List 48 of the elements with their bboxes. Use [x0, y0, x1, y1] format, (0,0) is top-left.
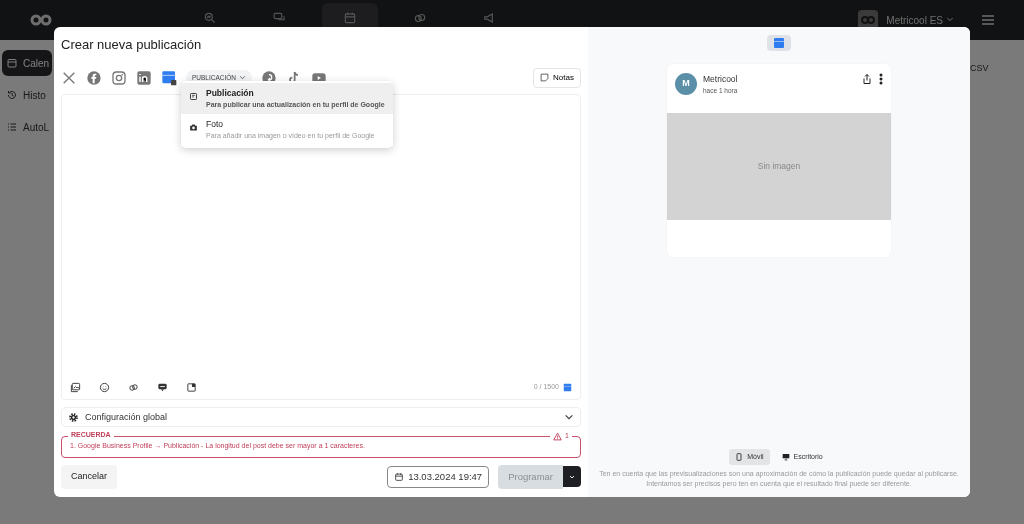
speech-bubble-icon[interactable] — [157, 382, 168, 394]
cancel-button[interactable]: Cancelar — [61, 465, 118, 489]
chevron-down-icon — [946, 16, 954, 24]
search-chart-icon — [203, 11, 217, 25]
export-dropdown[interactable]: CSV — [970, 63, 989, 73]
document-icon — [189, 92, 198, 101]
linkedin-logo-icon[interactable] — [136, 69, 152, 86]
link-icon — [413, 11, 427, 25]
menu-icon — [982, 15, 994, 25]
calendar-icon — [6, 57, 18, 69]
date-time-field[interactable]: 13.03.2024 19:47 — [387, 465, 490, 488]
account-avatar-icon — [858, 10, 879, 30]
history-icon — [6, 89, 18, 101]
document-icon[interactable] — [186, 382, 197, 394]
global-settings-accordion[interactable]: Configuración global — [61, 407, 581, 428]
sidebar-item[interactable]: Calen — [2, 50, 52, 76]
list-icon — [6, 121, 18, 133]
storefront-icon — [772, 37, 786, 49]
notes-button[interactable]: Notas — [533, 67, 581, 88]
share-icon — [861, 73, 873, 85]
calendar-icon — [394, 471, 405, 482]
chevron-down-icon — [239, 74, 247, 82]
logo-icon — [30, 14, 52, 26]
instagram-logo-icon[interactable] — [111, 69, 127, 86]
gear-icon — [68, 411, 79, 423]
more-options-icon — [879, 73, 883, 85]
sidebar-item[interactable]: AutoL — [2, 114, 52, 140]
menu-item-label: Foto — [206, 118, 224, 131]
note-icon — [540, 72, 550, 82]
account-dropdown[interactable]: Metricool ES — [886, 12, 954, 28]
phone-icon — [735, 453, 744, 462]
calendar-icon — [343, 11, 357, 25]
emoji-icon[interactable] — [99, 382, 110, 394]
storefront-icon — [563, 382, 572, 392]
network-tab[interactable] — [767, 35, 791, 51]
warning-icon — [553, 432, 563, 441]
dialog-title: Crear nueva publicación — [61, 36, 203, 54]
schedule-options-button[interactable] — [563, 466, 581, 488]
image-gallery-icon[interactable] — [70, 382, 81, 394]
avatar: M — [675, 73, 697, 95]
monitor-icon — [781, 453, 790, 462]
facebook-logo-icon[interactable] — [86, 69, 102, 86]
camera-icon — [189, 123, 198, 133]
sidebar-item[interactable]: Histo — [2, 82, 52, 108]
account-name: Metricool — [703, 73, 738, 86]
link-icon[interactable] — [128, 382, 139, 394]
no-image-label: Sin imagen — [757, 160, 801, 173]
storefront-icon[interactable] — [161, 69, 177, 86]
